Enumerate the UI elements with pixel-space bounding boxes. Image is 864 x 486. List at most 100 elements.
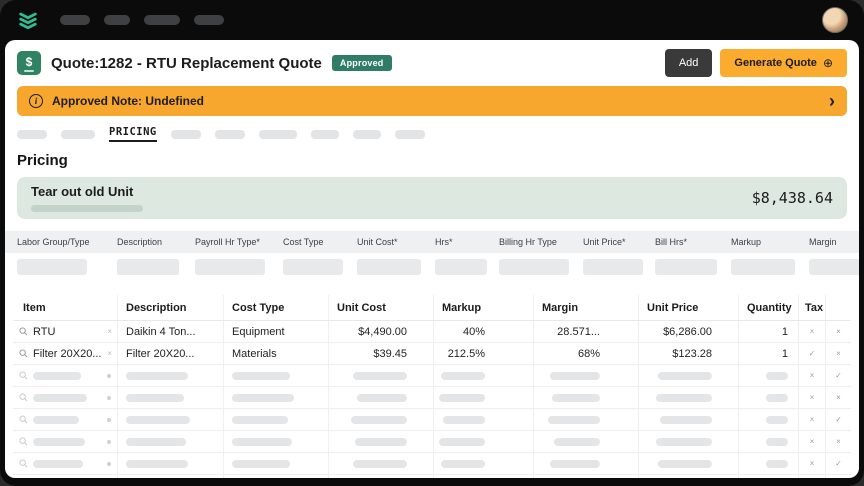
quantity-cell[interactable] (738, 387, 798, 408)
markup-cell[interactable]: 40% (433, 321, 533, 342)
quantity-cell[interactable] (738, 365, 798, 386)
description-cell[interactable] (117, 409, 223, 430)
unit-price-cell[interactable] (638, 365, 738, 386)
unit-price-cell[interactable] (638, 453, 738, 474)
tax-toggle-2[interactable]: × (825, 387, 851, 408)
clear-icon[interactable] (107, 395, 111, 400)
tax-toggle-2[interactable]: × (825, 475, 851, 478)
clear-icon[interactable] (107, 439, 111, 444)
item-cell[interactable] (13, 475, 117, 478)
nav-item-placeholder[interactable] (104, 15, 130, 25)
billing-hr-type-input[interactable] (499, 259, 569, 275)
tab-pricing[interactable]: PRICING (109, 126, 157, 142)
generate-quote-button[interactable]: Generate Quote ⊕ (720, 49, 847, 77)
item-cell[interactable]: Filter 20X20... × (13, 343, 117, 364)
description-cell[interactable]: Daikin 4 Ton... (117, 321, 223, 342)
item-cell[interactable] (13, 387, 117, 408)
cost-type-cell[interactable] (223, 475, 328, 478)
chevron-right-icon[interactable]: › (829, 92, 835, 110)
unit-price-cell[interactable] (638, 431, 738, 452)
unit-cost-cell[interactable] (328, 409, 433, 430)
description-cell[interactable] (117, 475, 223, 478)
unit-cost-cell[interactable]: $4,490.00 (328, 321, 433, 342)
bill-hrs-input[interactable] (655, 259, 717, 275)
tax-toggle-1[interactable]: × (798, 387, 825, 408)
description-cell[interactable] (117, 453, 223, 474)
markup-cell[interactable] (433, 431, 533, 452)
clear-icon[interactable] (107, 373, 111, 378)
cost-type-cell[interactable] (223, 409, 328, 430)
description-cell[interactable] (117, 431, 223, 452)
tab-placeholder[interactable] (394, 129, 425, 139)
app-logo-icon[interactable] (16, 8, 40, 32)
margin-cell[interactable] (533, 431, 638, 452)
payroll-hr-type-input[interactable] (195, 259, 265, 275)
quantity-cell[interactable] (738, 475, 798, 478)
markup-cell[interactable] (433, 365, 533, 386)
cost-type-cell[interactable] (223, 453, 328, 474)
margin-cell[interactable] (533, 387, 638, 408)
unit-cost-cell[interactable] (328, 365, 433, 386)
tax-toggle-1[interactable]: × (798, 409, 825, 430)
clear-icon[interactable] (107, 417, 111, 422)
approved-note-banner[interactable]: i Approved Note: Undefined › (17, 86, 847, 116)
nav-item-placeholder[interactable] (194, 15, 224, 25)
tax-toggle-2[interactable]: × (825, 343, 851, 364)
quantity-cell[interactable] (738, 453, 798, 474)
unit-price-input[interactable] (583, 259, 643, 275)
unit-cost-cell[interactable] (328, 475, 433, 478)
unit-cost-cell[interactable]: $39.45 (328, 343, 433, 364)
pricing-group-panel[interactable]: Tear out old Unit $8,438.64 (17, 177, 847, 219)
description-cell[interactable] (117, 387, 223, 408)
quantity-cell[interactable] (738, 431, 798, 452)
quantity-cell[interactable]: 1 (738, 343, 798, 364)
clear-icon[interactable] (107, 461, 111, 466)
tax-toggle-2[interactable]: × (825, 431, 851, 452)
tax-toggle-1[interactable]: × (798, 475, 825, 478)
item-cell[interactable] (13, 365, 117, 386)
tax-toggle-1[interactable]: ✓ (798, 343, 825, 364)
tab-placeholder[interactable] (352, 129, 381, 139)
tab-placeholder[interactable] (170, 129, 201, 139)
unit-cost-cell[interactable] (328, 431, 433, 452)
markup-cell[interactable]: 212.5% (433, 343, 533, 364)
add-button[interactable]: Add (664, 49, 713, 77)
cost-type-cell[interactable]: Materials (223, 343, 328, 364)
tax-toggle-2[interactable]: × (825, 321, 851, 342)
tax-toggle-1[interactable]: × (798, 365, 825, 386)
tab-placeholder[interactable] (17, 129, 47, 139)
clear-icon[interactable]: × (107, 327, 112, 336)
unit-cost-input[interactable] (357, 259, 421, 275)
item-cell[interactable]: RTU × (13, 321, 117, 342)
markup-cell[interactable] (433, 387, 533, 408)
tax-toggle-1[interactable]: × (798, 453, 825, 474)
item-cell[interactable] (13, 453, 117, 474)
hrs-input[interactable] (435, 259, 487, 275)
cost-type-cell[interactable] (223, 431, 328, 452)
quantity-cell[interactable]: 1 (738, 321, 798, 342)
item-cell[interactable] (13, 431, 117, 452)
cost-type-cell[interactable] (223, 387, 328, 408)
item-cell[interactable] (13, 409, 117, 430)
cost-type-input[interactable] (283, 259, 343, 275)
nav-item-placeholder[interactable] (144, 15, 180, 25)
tab-placeholder[interactable] (258, 129, 297, 139)
description-cell[interactable] (117, 365, 223, 386)
markup-cell[interactable] (433, 453, 533, 474)
tax-toggle-2[interactable]: ✓ (825, 453, 851, 474)
cost-type-cell[interactable]: Equipment (223, 321, 328, 342)
nav-item-placeholder[interactable] (60, 15, 90, 25)
tax-toggle-2[interactable]: ✓ (825, 365, 851, 386)
markup-input[interactable] (731, 259, 795, 275)
unit-price-cell[interactable]: $6,286.00 (638, 321, 738, 342)
tax-toggle-2[interactable]: ✓ (825, 409, 851, 430)
margin-input[interactable] (809, 259, 859, 275)
unit-price-cell[interactable] (638, 409, 738, 430)
tab-placeholder[interactable] (61, 129, 95, 139)
unit-cost-cell[interactable] (328, 387, 433, 408)
margin-cell[interactable]: 28.571... (533, 321, 638, 342)
unit-cost-cell[interactable] (328, 453, 433, 474)
tab-placeholder[interactable] (214, 129, 245, 139)
tax-toggle-1[interactable]: × (798, 321, 825, 342)
unit-price-cell[interactable] (638, 387, 738, 408)
